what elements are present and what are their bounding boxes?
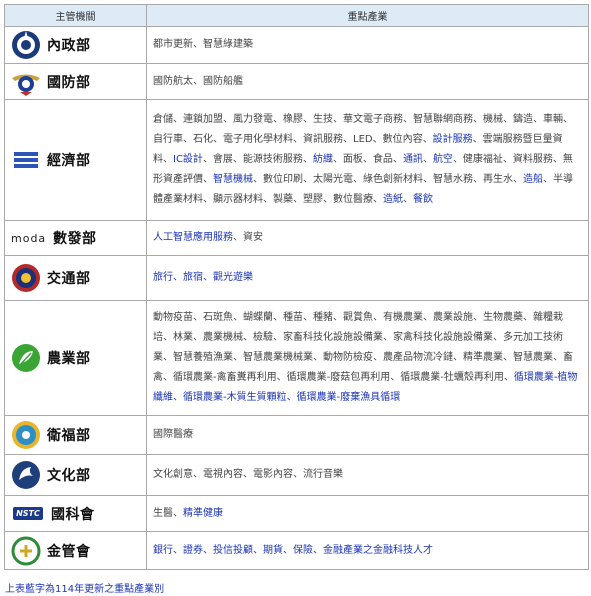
industry-cell: 生醫、精準健康	[146, 495, 589, 532]
industry-text: 生醫、	[153, 507, 183, 519]
industry-text: 、數位印刷、太陽光電、綠色創新材料、智慧水務、再生水、	[253, 174, 523, 185]
agency-name: 衛福部	[47, 428, 91, 444]
footnote: 上表藍字為114年更新之重點產業別	[5, 584, 165, 595]
mnd-emblem-icon	[11, 67, 41, 97]
table-row: 文化部 文化創意、電視內容、電影內容、流行音樂	[4, 454, 589, 496]
table-row: 內政部 都市更新、智慧綠建築	[4, 26, 589, 64]
industry-updated-text: 造紙	[383, 194, 403, 205]
table-row: 交通部 旅行、旅宿、觀光遊樂	[4, 255, 589, 301]
moea-logo-icon	[11, 145, 41, 175]
table-row: 經濟部 倉儲、連鎖加盟、風力發電、橡膠、生技、華文電子商務、智慧聯網商務、機械、…	[4, 99, 589, 221]
industry-cell: 動物疫苗、石斑魚、蝴蝶蘭、種苗、種豬、觀賞魚、有機農業、農業設施、生物農藥、雜糧…	[146, 300, 589, 416]
industry-cell: 人工智慧應用服務、資安	[146, 220, 589, 256]
header-industry: 重點產業	[146, 4, 589, 27]
table-header-row: 主管機關 重點產業	[4, 4, 589, 27]
agency-name: 交通部	[47, 271, 91, 287]
industry-updated-text: 設計服務	[432, 134, 473, 145]
agency-name: 內政部	[47, 38, 91, 54]
industry-cell: 國防航太、國防船艦	[146, 63, 589, 100]
industry-cell: 文化創意、電視內容、電影內容、流行音樂	[146, 454, 589, 496]
industry-cell: 旅行、旅宿、觀光遊樂	[146, 255, 589, 301]
industry-updated-text: 通訊	[402, 154, 423, 165]
table-row: 農業部 動物疫苗、石斑魚、蝴蝶蘭、種苗、種豬、觀賞魚、有機農業、農業設施、生物農…	[4, 300, 589, 416]
industry-cell: 國際醫療	[146, 415, 589, 455]
table-row: moda 數發部 人工智慧應用服務、資安	[4, 220, 589, 256]
industry-text: 文化創意、電視內容、電影內容、流行音樂	[153, 469, 343, 480]
industry-cell: 倉儲、連鎖加盟、風力發電、橡膠、生技、華文電子商務、智慧聯網商務、機械、鑄造、車…	[146, 99, 589, 221]
agency-name: 國科會	[51, 506, 95, 523]
table-row: 衛福部 國際醫療	[4, 415, 589, 455]
industry-text: 、會展、能源技術服務、	[202, 154, 313, 165]
industry-updated-text: 造船	[523, 174, 543, 185]
industry-updated-text: 精準健康	[183, 507, 223, 519]
industry-cell: 都市更新、智慧綠建築	[146, 26, 589, 64]
industry-updated-text: 銀行、證券、投信投顧、期貨、保險、金融產業之金融科技人才	[153, 544, 433, 556]
agency-name: 農業部	[47, 351, 91, 367]
industry-updated-text: IC設計	[173, 154, 203, 165]
mohw-emblem-icon	[11, 420, 41, 450]
agency-name: 數發部	[53, 231, 97, 247]
industry-cell: 銀行、證券、投信投顧、期貨、保險、金融產業之金融科技人才	[146, 531, 589, 570]
nstc-logo-text: NSTC	[13, 507, 43, 520]
agency-name: 金管會	[47, 543, 91, 560]
industry-text: 都市更新、智慧綠建築	[153, 39, 253, 50]
industry-updated-text: 餐飲	[413, 194, 433, 205]
moda-logo-icon: moda	[11, 223, 47, 253]
table-row: 國防部 國防航太、國防船艦	[4, 63, 589, 100]
moda-logo-text: moda	[11, 231, 47, 245]
industry-text: 、	[403, 194, 413, 205]
industry-updated-text: 紡織	[312, 154, 333, 165]
table-row: 金管會 銀行、證券、投信投顧、期貨、保險、金融產業之金融科技人才	[4, 531, 589, 570]
industry-text: 國際醫療	[153, 429, 193, 440]
industry-updated-text: 航空	[432, 154, 453, 165]
fsc-logo-icon	[11, 536, 41, 566]
industry-table: 主管機關 重點產業 內政部 都市更新、智慧綠建築 國防部 國防航太、國防船艦 經…	[4, 4, 589, 570]
industry-updated-text: 旅行、旅宿、觀光遊樂	[153, 272, 253, 283]
moi-emblem-icon	[11, 30, 41, 60]
motc-emblem-icon	[11, 263, 41, 293]
industry-text: 國防航太、國防船艦	[153, 75, 243, 87]
agency-name: 經濟部	[47, 153, 91, 169]
industry-text: 動物疫苗、石斑魚、蝴蝶蘭、種苗、種豬、觀賞魚、有機農業、農業設施、生物農藥、雜糧…	[153, 312, 573, 383]
agency-name: 文化部	[47, 468, 91, 484]
table-row: NSTC 國科會 生醫、精準健康	[4, 495, 589, 532]
moc-logo-icon	[11, 460, 41, 490]
industry-text: 、資安	[233, 232, 263, 243]
moa-logo-icon	[11, 343, 41, 373]
header-agency: 主管機關	[4, 4, 147, 27]
agency-name: 國防部	[47, 74, 91, 91]
nstc-logo-icon: NSTC	[11, 499, 45, 529]
industry-updated-text: 人工智慧應用服務	[153, 232, 233, 243]
industry-text: 、	[422, 154, 433, 165]
industry-updated-text: 智慧機械	[213, 174, 253, 185]
industry-text: 、面板、食品、	[332, 154, 403, 165]
